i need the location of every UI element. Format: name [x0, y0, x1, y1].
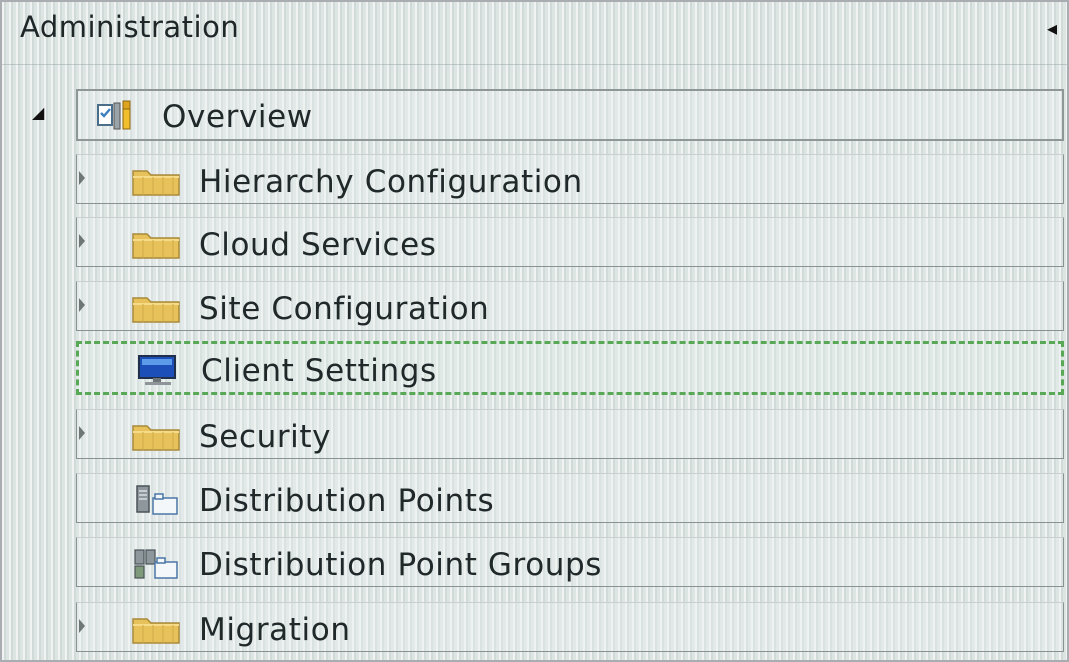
- expand-arrow-icon[interactable]: [79, 234, 85, 248]
- tree-node-label: Security: [199, 419, 332, 455]
- tree-node-distribution-point-groups[interactable]: Distribution Point Groups: [76, 537, 1064, 587]
- monitor-icon: [138, 355, 176, 385]
- administration-panel: Administration ◂ ◢ Overview Hierarchy Co…: [0, 0, 1069, 662]
- tree-node-migration[interactable]: Migration: [76, 602, 1064, 652]
- tree-node-cloud-services[interactable]: Cloud Services: [76, 217, 1064, 267]
- folder-icon: [132, 170, 180, 196]
- tree-node-site-configuration[interactable]: Site Configuration: [76, 281, 1064, 331]
- collapse-panel-button[interactable]: ◂: [1047, 16, 1057, 40]
- tree-node-distribution-points[interactable]: Distribution Points: [76, 473, 1064, 523]
- expand-arrow-icon[interactable]: [79, 171, 85, 185]
- tree-node-client-settings[interactable]: Client Settings: [76, 341, 1064, 395]
- header-divider: [2, 64, 1067, 65]
- expand-arrow-icon[interactable]: [79, 298, 85, 312]
- tree-node-label: Hierarchy Configuration: [199, 164, 583, 200]
- tree-node-security[interactable]: Security: [76, 409, 1064, 459]
- tree-node-label: Overview: [162, 99, 313, 135]
- server-group-icon: [134, 549, 178, 579]
- tree-node-label: Distribution Points: [199, 483, 495, 519]
- tree-node-label: Cloud Services: [199, 227, 437, 263]
- tree-node-label: Site Configuration: [199, 291, 490, 327]
- tree-node-overview[interactable]: Overview: [76, 89, 1064, 141]
- folder-icon: [132, 233, 180, 259]
- expand-arrow-icon[interactable]: [79, 426, 85, 440]
- folder-icon: [132, 425, 180, 451]
- folder-icon: [132, 297, 180, 323]
- server-icon: [136, 485, 178, 515]
- tree-node-label: Client Settings: [201, 353, 437, 389]
- tree-node-hierarchy-configuration[interactable]: Hierarchy Configuration: [76, 154, 1064, 204]
- overview-collapse-toggle[interactable]: ◢: [32, 103, 44, 122]
- folder-icon: [132, 618, 180, 644]
- tree-node-label: Distribution Point Groups: [199, 547, 603, 583]
- tree-node-label: Migration: [199, 612, 351, 648]
- expand-arrow-icon[interactable]: [79, 619, 85, 633]
- overview-tools-icon: [97, 100, 131, 130]
- panel-title: Administration: [20, 10, 240, 44]
